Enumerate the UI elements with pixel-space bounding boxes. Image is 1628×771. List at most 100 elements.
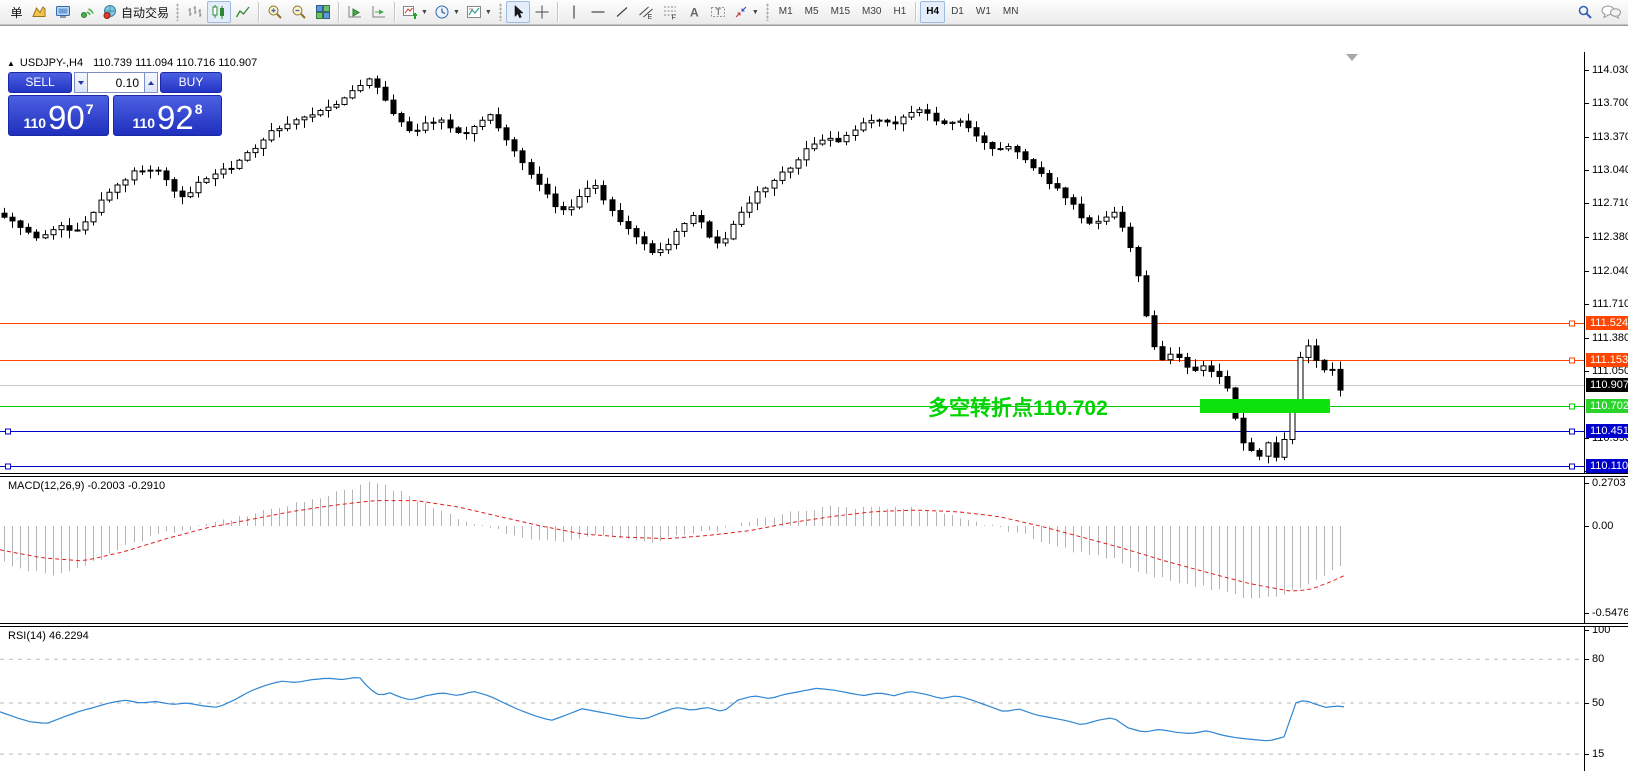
price-axis-tick (1585, 337, 1589, 339)
price-axis-tick (1585, 754, 1589, 756)
toolbar-trendline-button[interactable] (610, 1, 634, 23)
toolbar-periods-button[interactable]: ▼ (431, 1, 463, 23)
timeframe-w1[interactable]: W1 (970, 1, 997, 23)
toolbar-fibonacci-button[interactable]: F (658, 1, 682, 23)
text-label-icon: T (710, 4, 726, 20)
toolbar-chart-shift-button[interactable] (367, 1, 391, 23)
toolbar-tile-windows-button[interactable] (311, 1, 335, 23)
volume-stepper (74, 72, 158, 93)
toolbar-signals-button[interactable] (75, 1, 99, 23)
buy-price-pip: 8 (194, 101, 203, 117)
line-handle[interactable] (1569, 320, 1575, 327)
toolbar-candle-chart-button[interactable] (207, 1, 232, 23)
toolbar-grip[interactable] (176, 3, 180, 21)
toolbar-templates-button[interactable]: ▼ (463, 1, 495, 23)
vline-icon (566, 4, 582, 20)
dropdown-arrow-icon[interactable]: ▼ (421, 9, 428, 16)
toolbar-terminal-button[interactable] (51, 1, 75, 23)
chart-window[interactable]: ▲ USDJPY-,H4 110.739 111.094 110.716 110.9… (0, 25, 1628, 771)
price-axis-tick-label: 114.030 (1592, 63, 1628, 76)
down-arrow-icon (78, 80, 84, 85)
buy-price-button[interactable]: 110 92 8 (113, 95, 222, 136)
toolbar-zoom-in-button[interactable] (263, 1, 287, 23)
toolbar-right-icons (1573, 1, 1625, 23)
sell-price-button[interactable]: 110 90 7 (8, 95, 109, 136)
sell-button[interactable]: SELL (8, 72, 72, 93)
toolbar-text-label-button[interactable]: T (706, 1, 730, 23)
toolbar-vline-button[interactable] (562, 1, 586, 23)
toolbar-grip[interactable] (765, 3, 769, 21)
toolbar-channel-button[interactable]: E (634, 1, 658, 23)
chart-title-marker-icon: ▲ (7, 59, 15, 68)
timeframe-h4[interactable]: H4 (920, 1, 946, 23)
svg-text:T: T (715, 7, 721, 17)
line-handle[interactable] (1569, 463, 1575, 470)
chart-annotation-text[interactable]: 多空转折点110.702 (928, 392, 1108, 422)
toolbar-indicators-button[interactable]: ▼ (399, 1, 431, 23)
price-axis-tick (1585, 169, 1589, 171)
price-axis-tick-label: 112.040 (1592, 264, 1628, 277)
line-handle[interactable] (5, 463, 11, 470)
sell-price-pip: 7 (85, 101, 94, 117)
price-axis[interactable]: 114.030 113.700 113.370 113.040 112.710 112.3… (1584, 52, 1628, 771)
price-axis-tick (1585, 203, 1589, 205)
timeframe-m1[interactable]: M1 (773, 1, 799, 23)
dropdown-arrow-icon[interactable]: ▼ (453, 9, 460, 16)
macd-pane-canvas[interactable] (0, 477, 1584, 623)
dropdown-arrow-icon[interactable]: ▼ (752, 9, 759, 16)
timeframe-d1[interactable]: D1 (945, 1, 970, 23)
price-axis-tick-label: -0.5476 (1592, 607, 1628, 620)
main-chart-canvas[interactable] (0, 52, 1584, 473)
chart-shift-icon (371, 4, 387, 20)
toolbar-new-order-button[interactable]: 单 (3, 1, 27, 23)
line-handle[interactable] (5, 428, 11, 435)
buy-button[interactable]: BUY (160, 72, 222, 93)
line-handle[interactable] (1569, 428, 1575, 435)
toolbar-hline-button[interactable] (586, 1, 610, 23)
pane-separator-rsi[interactable] (0, 623, 1628, 627)
volume-decrease-button[interactable] (74, 72, 88, 93)
timeframe-mn[interactable]: MN (997, 1, 1025, 23)
toolbar-arrows-button[interactable]: ▼ (730, 1, 762, 23)
rsi-pane-canvas[interactable] (0, 627, 1584, 771)
chart-shift-marker-icon[interactable] (1346, 54, 1358, 61)
search-icon (1577, 4, 1593, 20)
timeframe-m5[interactable]: M5 (799, 1, 825, 23)
toolbar-bar-chart-button[interactable] (183, 1, 207, 23)
bar-chart-icon (187, 4, 203, 20)
timeframe-h1[interactable]: H1 (887, 1, 912, 23)
channel-icon: E (638, 4, 654, 20)
volume-input[interactable] (88, 72, 144, 93)
toolbar-auto-scroll-button[interactable] (343, 1, 367, 23)
volume-increase-button[interactable] (144, 72, 158, 93)
toolbar-grip[interactable] (498, 3, 502, 21)
autotrade-icon (102, 4, 118, 20)
horizontal-level-lines[interactable] (0, 323, 1584, 467)
trade-panel-price-row: 110 90 7 110 92 8 (8, 95, 224, 136)
toolbar-line-chart-button[interactable] (231, 1, 255, 23)
timeframe-m15[interactable]: M15 (825, 1, 856, 23)
timeframe-m30[interactable]: M30 (856, 1, 887, 23)
tile-windows-icon (315, 4, 331, 20)
dropdown-arrow-icon[interactable]: ▼ (485, 9, 492, 16)
trade-panel-top-row: SELL BUY (8, 72, 224, 93)
toolbar-crosshair-button[interactable] (530, 1, 554, 23)
toolbar-autotrade-button[interactable]: 自动交易 (99, 1, 172, 23)
price-axis-tick-label: 0.00 (1592, 520, 1614, 532)
line-handle[interactable] (1569, 357, 1575, 364)
line-handle[interactable] (1569, 403, 1575, 410)
price-axis-tick (1585, 703, 1589, 704)
hline-icon (590, 4, 606, 20)
line-chart-icon (235, 4, 251, 20)
price-axis-tick (1585, 136, 1589, 138)
toolbar-cursor-button[interactable] (505, 1, 530, 23)
toolbar-search-button[interactable] (1573, 1, 1597, 23)
rsi-indicator-label: RSI(14) 46.2294 (8, 630, 89, 642)
toolbar-chat-button[interactable] (1597, 1, 1625, 23)
toolbar-chart-gold-button[interactable] (27, 1, 51, 23)
toolbar-text-button[interactable]: A (682, 1, 706, 23)
price-axis-tick (1585, 236, 1589, 238)
toolbar-zoom-out-button[interactable] (287, 1, 311, 23)
highlight-zone-box[interactable] (1200, 399, 1330, 413)
pane-separator-macd[interactable] (0, 473, 1628, 477)
